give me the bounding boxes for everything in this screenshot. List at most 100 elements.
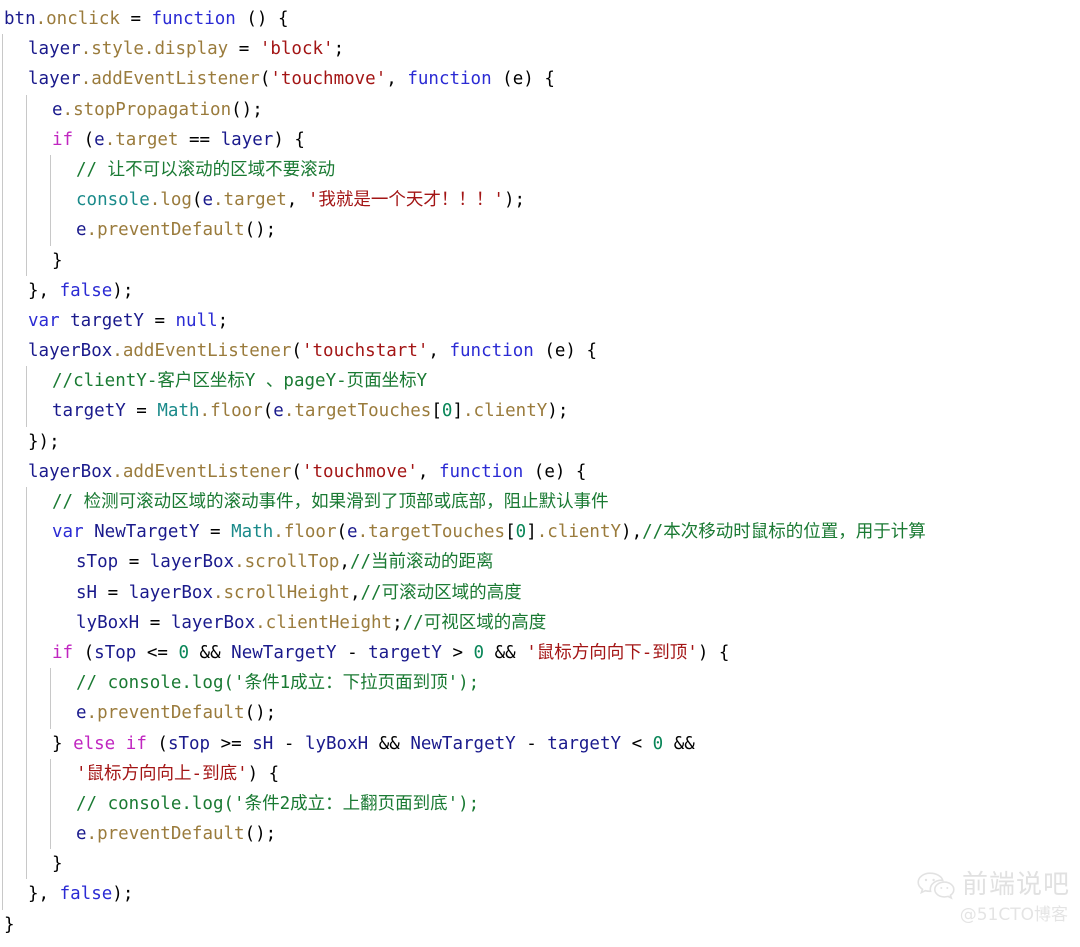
code-token-num: 0 bbox=[441, 401, 453, 422]
indent-guide bbox=[2, 788, 3, 820]
code-token-plain: && bbox=[663, 733, 695, 754]
code-token-var: lyBoxH bbox=[304, 733, 369, 754]
indent-guide bbox=[2, 154, 3, 186]
indent-guide bbox=[2, 879, 3, 910]
code-token-prop: .preventDefault bbox=[86, 824, 245, 845]
code-token-var: e bbox=[76, 824, 87, 845]
code-token-plain: - bbox=[515, 733, 548, 754]
code-token-var: e bbox=[347, 522, 358, 543]
code-token-plain: ( bbox=[291, 461, 302, 482]
code-token-prop: .addEventListener bbox=[112, 341, 292, 362]
code-token-cond: else bbox=[73, 733, 116, 754]
code-token-kw: function bbox=[407, 69, 492, 90]
code-token-prop: .scrollTop bbox=[234, 552, 340, 573]
code-token-plain: } bbox=[52, 733, 74, 754]
code-token-plain: = bbox=[143, 310, 176, 331]
code-token-prop: .preventDefault bbox=[86, 703, 245, 724]
code-token-kw: function bbox=[438, 461, 524, 482]
code-token-plain: ); bbox=[112, 280, 134, 301]
code-token-plain: (); bbox=[244, 824, 277, 845]
code-token-var: layer bbox=[220, 129, 274, 150]
code-token-var: sH bbox=[76, 582, 98, 603]
code-token-var: layerBox bbox=[149, 552, 235, 573]
code-token-plain: = bbox=[228, 39, 260, 60]
code-token-var: targetY bbox=[547, 733, 622, 754]
indent-guide bbox=[2, 487, 3, 518]
code-line: e.preventDefault(); bbox=[0, 698, 1080, 729]
code-token-plain: ( bbox=[73, 642, 95, 663]
code-token-var: targetY bbox=[59, 310, 144, 331]
code-line: targetY = Math.floor(e.targetTouches[0].… bbox=[0, 396, 1080, 427]
code-line: } bbox=[0, 849, 1080, 880]
code-line: e.preventDefault(); bbox=[0, 819, 1080, 850]
code-token-prop: .addEventListener bbox=[112, 461, 292, 482]
code-line-text: e.preventDefault(); bbox=[4, 220, 276, 240]
code-token-kw: function bbox=[151, 9, 236, 29]
code-token-prop: .scrollHeight bbox=[212, 582, 350, 603]
code-line-text: }, false); bbox=[4, 884, 133, 904]
code-token-plain: (e) { bbox=[523, 461, 587, 482]
code-token-plain: = bbox=[118, 552, 150, 573]
code-token-plain: ) { bbox=[273, 129, 305, 150]
code-screenshot: btn.onclick = function () {layer.style.d… bbox=[0, 0, 1080, 947]
code-token-str: '鼠标方向向下-到顶' bbox=[526, 642, 698, 663]
code-token-plain: > bbox=[441, 642, 474, 663]
code-token-plain: ( bbox=[73, 129, 95, 150]
code-line-text: layer.addEventListener('touchmove', func… bbox=[4, 69, 555, 89]
code-token-comment: // console.log('条件2成立：上翻页面到底'); bbox=[76, 793, 480, 814]
code-token-plain: ] bbox=[526, 522, 537, 543]
code-token-plain: && bbox=[484, 642, 527, 663]
code-token-plain: (e) { bbox=[491, 69, 555, 90]
code-token-plain: ( bbox=[291, 341, 302, 362]
code-token-prop: .target bbox=[104, 129, 179, 150]
code-line-text: lyBoxH = layerBox.clientHeight;//可视区域的高度 bbox=[4, 613, 546, 633]
indent-guide bbox=[2, 426, 3, 457]
code-token-plain: = bbox=[139, 612, 171, 633]
code-token-var: sTop bbox=[76, 552, 119, 573]
code-token-plain: <= bbox=[136, 642, 179, 663]
code-line: if (sTop <= 0 && NewTargetY - targetY > … bbox=[0, 637, 1080, 669]
code-token-var: e bbox=[273, 401, 284, 422]
code-token-plain: [ bbox=[431, 401, 442, 422]
code-token-plain: ); bbox=[547, 401, 569, 422]
code-token-plain: } bbox=[52, 250, 63, 271]
code-token-var: e bbox=[76, 703, 87, 724]
code-token-plain: && bbox=[189, 642, 232, 663]
code-line: console.log(e.target, '我就是一个天才！！！'); bbox=[0, 185, 1080, 216]
code-line-text: }, false); bbox=[4, 281, 133, 301]
code-token-plain: , bbox=[428, 341, 450, 362]
code-token-plain: () { bbox=[235, 9, 289, 29]
code-token-var: layer bbox=[28, 39, 81, 60]
code-line: // 检测可滚动区域的滚动事件，如果滑到了顶部或底部，阻止默认事件 bbox=[0, 487, 1080, 518]
code-token-builtin: console bbox=[76, 190, 150, 211]
code-line-text: } bbox=[4, 915, 15, 935]
code-line: lyBoxH = layerBox.clientHeight;//可视区域的高度 bbox=[0, 607, 1080, 638]
code-token-builtin: Math bbox=[157, 401, 200, 422]
code-line-text: // console.log('条件2成立：上翻页面到底'); bbox=[4, 794, 479, 814]
code-token-plain: (e) { bbox=[533, 341, 597, 362]
code-line-text: '鼠标方向向上-到底') { bbox=[4, 764, 279, 784]
code-token-prop: .targetTouches bbox=[357, 522, 506, 543]
code-token-num: 0 bbox=[178, 642, 190, 663]
code-line-text: // 检测可滚动区域的滚动事件，如果滑到了顶部或底部，阻止默认事件 bbox=[4, 492, 609, 512]
code-line-text: e.preventDefault(); bbox=[4, 824, 276, 844]
code-token-prop: .onclick bbox=[35, 9, 120, 29]
code-line-text: }); bbox=[4, 432, 60, 452]
code-token-var: e bbox=[202, 190, 214, 211]
code-token-prop: .preventDefault bbox=[86, 220, 245, 241]
code-line-text: // console.log('条件1成立：下拉页面到顶'); bbox=[4, 673, 479, 693]
code-line: } bbox=[0, 910, 1080, 940]
code-token-comment: // 让不可以滚动的区域不要滚动 bbox=[76, 159, 336, 180]
code-line-text: layerBox.addEventListener('touchmove', f… bbox=[4, 462, 586, 482]
indent-guide bbox=[2, 849, 3, 880]
code-line-text: e.stopPropagation(); bbox=[4, 100, 263, 120]
code-token-plain: ( bbox=[146, 733, 168, 754]
code-token-comment: // console.log('条件1成立：下拉页面到顶'); bbox=[76, 673, 480, 694]
code-token-var: targetY bbox=[368, 642, 442, 663]
code-line: //clientY-客户区坐标Y 、pageY-页面坐标Y bbox=[0, 366, 1080, 397]
code-token-var: sTop bbox=[94, 642, 137, 663]
code-line-text: if (e.target == layer) { bbox=[4, 130, 305, 150]
indent-guide bbox=[2, 637, 3, 669]
indent-guide bbox=[2, 607, 3, 638]
